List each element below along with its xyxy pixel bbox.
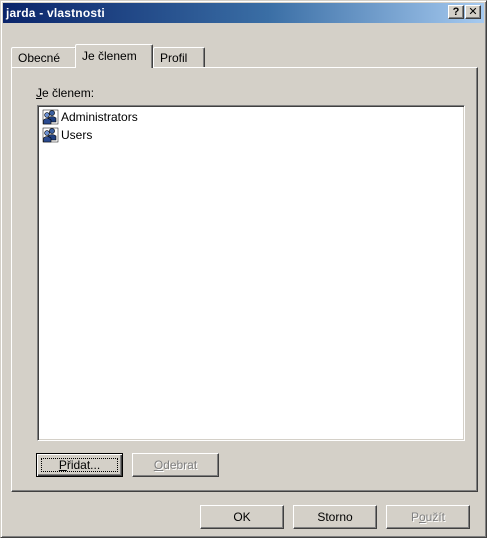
close-button[interactable]: ✕ <box>465 5 481 19</box>
member-of-label: Je členem: <box>36 86 94 100</box>
ok-button[interactable]: OK <box>200 505 284 529</box>
properties-dialog: jarda - vlastnosti ? ✕ Obecné Je členem … <box>0 0 487 538</box>
group-icon <box>42 109 59 125</box>
tab-panel-member-of: Je členem: Administrators Users Přidat..… <box>11 67 478 492</box>
remove-button[interactable]: Odebrat <box>132 453 219 477</box>
member-of-label-rest: e členem: <box>42 86 95 100</box>
add-button[interactable]: Přidat... <box>36 453 123 477</box>
focus-rect <box>41 458 118 472</box>
list-item-administrators[interactable]: Administrators <box>42 109 138 125</box>
apply-button[interactable]: Použít <box>386 505 470 529</box>
remove-button-label-rest: debrat <box>163 458 198 472</box>
window-title: jarda - vlastnosti <box>6 6 105 20</box>
groups-listbox[interactable]: Administrators Users <box>37 105 465 441</box>
apply-button-access-key: o <box>418 510 426 524</box>
group-icon <box>42 127 59 143</box>
title-bar[interactable]: jarda - vlastnosti ? ✕ <box>3 3 484 23</box>
list-item-label: Users <box>61 128 93 142</box>
apply-button-label-pre: P <box>410 510 419 524</box>
apply-button-label-post: užít <box>425 510 446 524</box>
list-item-label: Administrators <box>61 110 138 124</box>
list-item-users[interactable]: Users <box>42 127 92 143</box>
cancel-button[interactable]: Storno <box>293 505 377 529</box>
tab-member-of[interactable]: Je členem <box>75 44 153 68</box>
remove-button-access-key: O <box>153 458 164 472</box>
help-button[interactable]: ? <box>448 5 464 19</box>
tab-profile[interactable]: Profil <box>153 47 205 67</box>
tab-general[interactable]: Obecné <box>11 47 77 67</box>
